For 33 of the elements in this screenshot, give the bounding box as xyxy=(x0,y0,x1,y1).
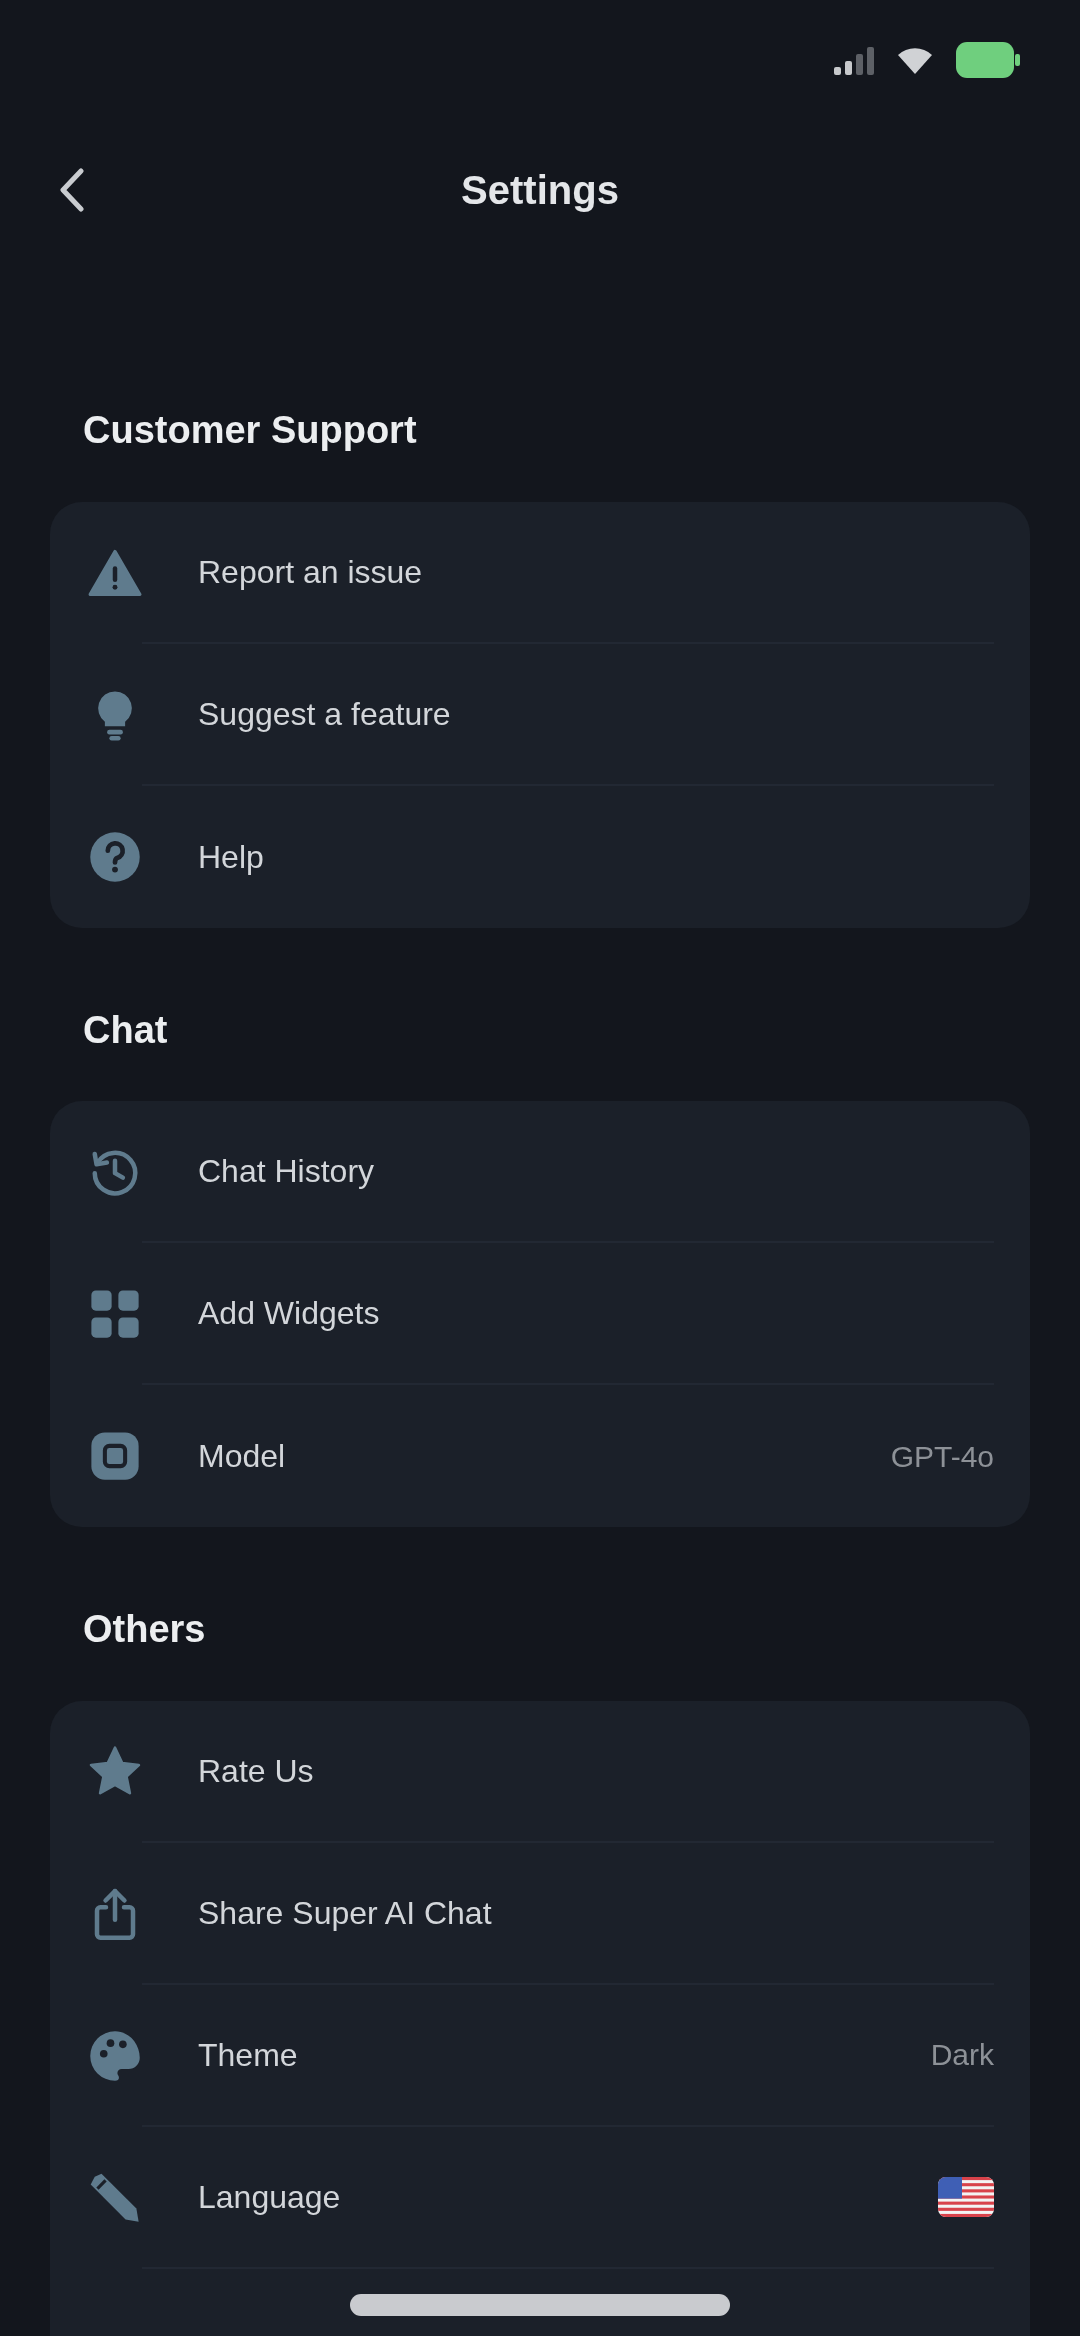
settings-row[interactable]: Chat History xyxy=(50,1101,1030,1244)
wifi-icon xyxy=(898,46,932,74)
row-value: GPT-4o xyxy=(890,1438,994,1475)
row-label: Chat History xyxy=(198,1152,375,1192)
settings-row[interactable]: Rate Us xyxy=(50,1700,1030,1843)
row-label: Suggest a feature xyxy=(198,694,451,734)
row-label: Report an issue xyxy=(198,552,423,592)
row-label: Rate Us xyxy=(198,1751,314,1791)
settings-row[interactable]: Suggest a feature xyxy=(50,643,1030,786)
palette-icon xyxy=(88,2028,142,2083)
row-label: Add Widgets xyxy=(198,1294,380,1334)
settings-row[interactable]: Model GPT-4o xyxy=(50,1385,1030,1528)
chevron-left-icon xyxy=(59,168,85,212)
section-heading: Chat xyxy=(83,1007,169,1053)
section-heading: Customer Support xyxy=(83,408,418,453)
screen-title: Settings xyxy=(461,167,619,214)
settings-row[interactable]: Add Widgets xyxy=(50,1243,1030,1386)
battery-icon xyxy=(956,42,1020,78)
us-flag-icon xyxy=(938,2176,994,2217)
row-label: Model xyxy=(198,1437,286,1477)
signal-icon xyxy=(834,45,874,75)
settings-row[interactable]: Help xyxy=(50,785,1030,928)
section-heading: Others xyxy=(83,1607,207,1653)
row-value: Dark xyxy=(930,2037,994,2074)
settings-row[interactable]: Report an issue xyxy=(50,501,1030,644)
settings-row[interactable]: Language xyxy=(50,2126,1030,2269)
row-label: Share Super AI Chat xyxy=(198,1893,492,1933)
row-label: Theme xyxy=(198,2035,298,2075)
settings-row[interactable]: Theme Dark xyxy=(50,1984,1030,2127)
help-icon xyxy=(88,829,142,884)
row-label: Language xyxy=(198,2177,341,2217)
row-label: Help xyxy=(198,837,264,877)
settings-row[interactable]: Share Super AI Chat xyxy=(50,1842,1030,1985)
